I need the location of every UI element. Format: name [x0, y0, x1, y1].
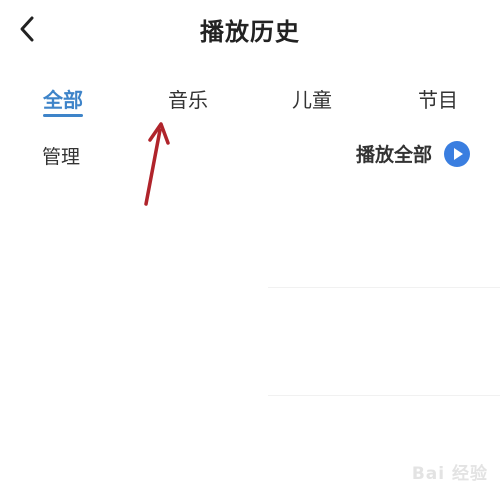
- tab-programs[interactable]: 节目: [418, 84, 458, 113]
- tab-kids[interactable]: 儿童: [292, 84, 332, 113]
- list-divider: [268, 287, 500, 288]
- manage-button[interactable]: 管理: [42, 142, 80, 169]
- list-divider: [268, 395, 500, 396]
- play-all-label: 播放全部: [355, 144, 432, 166]
- active-tab-indicator: [43, 114, 83, 117]
- annotation-arrow: [144, 122, 170, 206]
- play-history-screen: 播放历史 全部 音乐 儿童 节目 管理 播放全部 Bai 经验: [0, 0, 500, 500]
- tab-music[interactable]: 音乐: [168, 84, 208, 113]
- page-title: 播放历史: [200, 18, 300, 46]
- tab-all[interactable]: 全部: [43, 84, 83, 113]
- play-all-button[interactable]: 播放全部: [356, 140, 470, 167]
- watermark-logo: Bai 经验: [411, 464, 488, 484]
- play-circle-icon: [444, 140, 470, 167]
